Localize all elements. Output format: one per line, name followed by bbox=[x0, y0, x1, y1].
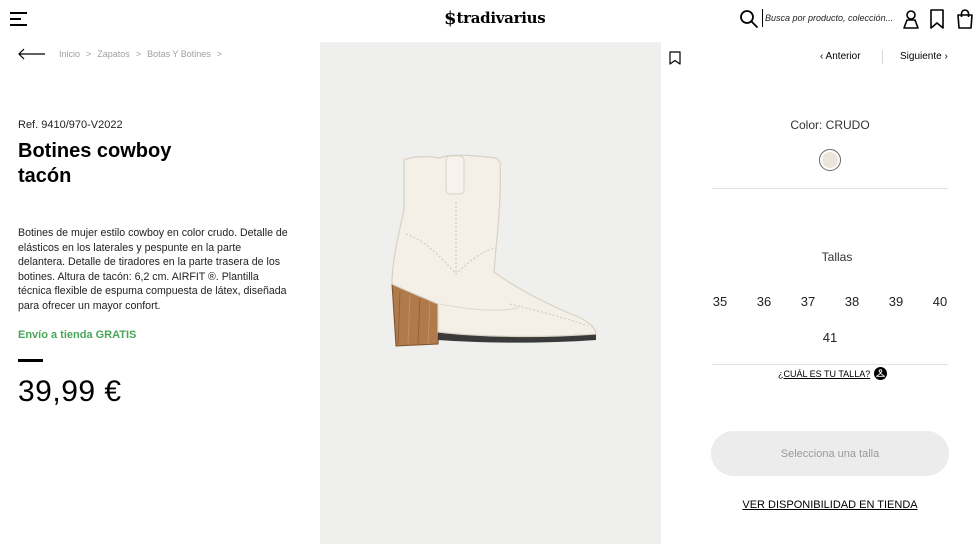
boot-illustration bbox=[391, 154, 597, 347]
logo[interactable]: $ tradivarius bbox=[444, 6, 546, 30]
logo-text: tradivarius bbox=[456, 9, 546, 27]
breadcrumb-separator: > bbox=[86, 49, 92, 59]
size-guide-link[interactable]: ¿CUÁL ES TU TALLA? bbox=[778, 367, 888, 380]
price-divider bbox=[18, 359, 43, 362]
hanger-icon bbox=[874, 367, 888, 380]
select-size-button[interactable]: Selecciona una talla bbox=[711, 431, 949, 476]
nav-divider bbox=[882, 50, 883, 64]
search-icon[interactable] bbox=[739, 9, 759, 29]
breadcrumb-item-botas[interactable]: Botas Y Botines bbox=[147, 49, 211, 59]
size-option-38[interactable]: 38 bbox=[837, 294, 867, 309]
breadcrumb-item-inicio[interactable]: Inicio bbox=[59, 49, 80, 59]
size-option-39[interactable]: 39 bbox=[881, 294, 911, 309]
size-option-41[interactable]: 41 bbox=[815, 330, 845, 345]
divider bbox=[712, 188, 948, 189]
size-option-37[interactable]: 37 bbox=[793, 294, 823, 309]
product-ref: Ref. 9410/970-V2022 bbox=[18, 119, 123, 131]
search-input[interactable] bbox=[762, 9, 894, 27]
breadcrumb: Inicio > Zapatos > Botas Y Botines > bbox=[59, 49, 228, 59]
size-guide-label: ¿CUÁL ES TU TALLA? bbox=[778, 368, 871, 379]
breadcrumb-item-zapatos[interactable]: Zapatos bbox=[97, 49, 130, 59]
color-swatch-crudo[interactable] bbox=[819, 149, 841, 171]
menu-icon[interactable] bbox=[10, 11, 28, 27]
product-price: 39,99 € bbox=[18, 375, 122, 408]
product-title: Botines cowboy tacón bbox=[18, 140, 172, 187]
product-description: Botines de mujer estilo cowboy en color … bbox=[18, 227, 288, 312]
divider bbox=[712, 364, 948, 365]
bag-icon[interactable] bbox=[956, 9, 974, 29]
product-image[interactable] bbox=[320, 42, 661, 544]
header: $ tradivarius bbox=[0, 0, 976, 38]
back-arrow-icon[interactable] bbox=[18, 48, 46, 60]
shipping-info: Envío a tienda GRATIS bbox=[18, 329, 137, 341]
size-option-35[interactable]: 35 bbox=[705, 294, 735, 309]
logo-mark: $ bbox=[444, 7, 457, 29]
previous-product-link[interactable]: ‹ Anterior bbox=[820, 51, 861, 62]
user-icon[interactable] bbox=[902, 9, 920, 29]
next-product-link[interactable]: Siguiente › bbox=[900, 51, 948, 62]
store-availability-link[interactable]: VER DISPONIBILIDAD EN TIENDA bbox=[712, 499, 948, 511]
wishlist-bookmark-icon[interactable] bbox=[669, 51, 681, 65]
breadcrumb-separator: > bbox=[135, 49, 142, 59]
bookmark-icon[interactable] bbox=[929, 9, 945, 29]
color-label: Color: CRUDO bbox=[790, 118, 870, 132]
size-option-40[interactable]: 40 bbox=[925, 294, 955, 309]
sizes-title: Tallas bbox=[821, 250, 853, 264]
breadcrumb-separator: > bbox=[216, 49, 223, 59]
size-option-36[interactable]: 36 bbox=[749, 294, 779, 309]
